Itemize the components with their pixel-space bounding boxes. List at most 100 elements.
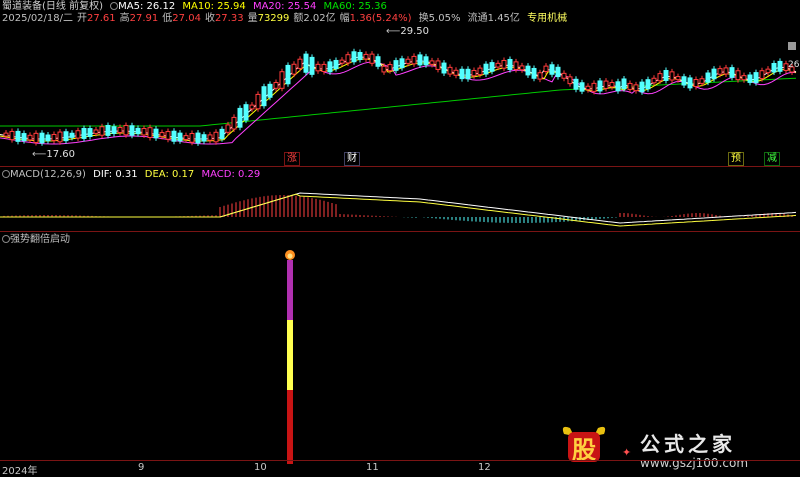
low-value: 27.04 xyxy=(172,13,201,24)
candle xyxy=(147,124,153,141)
low-label: 低 xyxy=(162,13,173,24)
x-label-12: 12 xyxy=(478,462,491,473)
chart-mode: (日线 前复权) xyxy=(42,1,103,12)
macd-chart[interactable] xyxy=(0,181,800,231)
candle xyxy=(651,75,657,86)
candle xyxy=(417,51,423,68)
watermark-logo: 股 xyxy=(560,424,608,464)
event-tag-jian[interactable]: 减 xyxy=(764,152,780,166)
candle xyxy=(315,61,321,74)
candle xyxy=(669,68,675,84)
candle xyxy=(123,122,129,138)
candle xyxy=(393,57,399,74)
candle xyxy=(747,71,753,86)
pane-divider xyxy=(0,166,800,167)
macd-header: MACD(12,26,9) DIF: 0.31 DEA: 0.17 MACD: … xyxy=(2,169,264,181)
candle xyxy=(765,66,771,76)
event-tag-zhang[interactable]: 涨 xyxy=(284,152,300,166)
stock-name: 蜀道装备 xyxy=(2,1,42,12)
float-value: 流通1.45亿 xyxy=(467,13,520,24)
pane-divider-2 xyxy=(0,231,800,232)
candle xyxy=(561,70,567,82)
candle xyxy=(231,114,237,132)
candle xyxy=(135,125,141,137)
candle xyxy=(597,77,603,94)
candle xyxy=(771,60,777,76)
event-tag-cai[interactable]: 财 xyxy=(344,152,360,166)
quote-header: 2025/02/18/二 开27.61 高27.91 低27.04 收27.33 量732… xyxy=(2,13,571,25)
candle xyxy=(375,53,381,70)
signal-bar-yellow xyxy=(287,320,293,390)
candle xyxy=(507,56,513,73)
watermark-sparkle: ✦ xyxy=(622,446,632,459)
candle xyxy=(339,57,345,67)
vol-value: 73299 xyxy=(257,13,290,24)
candle xyxy=(351,48,357,65)
candle xyxy=(369,51,375,67)
candle xyxy=(603,78,609,92)
candle xyxy=(579,79,585,95)
ma-header: 蜀道装备(日线 前复权) MA5: 26.12 MA10: 25.94 MA20… xyxy=(2,1,391,13)
candle xyxy=(153,126,159,141)
candle xyxy=(105,122,111,139)
candle xyxy=(327,58,333,75)
candle xyxy=(213,129,219,145)
candle xyxy=(285,62,291,87)
candle xyxy=(525,63,531,78)
close-label: 收 xyxy=(204,13,215,24)
candle xyxy=(501,57,507,72)
candlestick-chart[interactable] xyxy=(0,26,800,166)
candle xyxy=(627,80,633,93)
candle xyxy=(81,125,87,142)
scroll-marker[interactable] xyxy=(788,42,796,50)
candle xyxy=(303,51,309,76)
candle xyxy=(735,67,741,83)
candle xyxy=(255,91,261,112)
event-tag-yu[interactable]: 预 xyxy=(728,152,744,166)
candle xyxy=(171,128,177,145)
candle xyxy=(555,64,561,80)
quote-date: 2025/02/18/二 xyxy=(2,13,74,24)
candle xyxy=(183,132,189,143)
candle xyxy=(549,61,555,78)
watermark-title: 公式之家 xyxy=(640,432,736,456)
candle xyxy=(279,68,285,92)
candle xyxy=(777,58,783,75)
candle xyxy=(201,131,207,145)
industry-value: 专用机械 xyxy=(527,13,568,24)
candle xyxy=(441,60,447,76)
candle xyxy=(483,61,489,78)
candle xyxy=(3,130,9,140)
vol-label: 量 xyxy=(247,13,258,24)
low-price-mark: ⟵17.60 xyxy=(32,149,75,160)
candle xyxy=(411,53,417,67)
candle xyxy=(459,66,465,82)
macd-value-label: MACD: 0.29 xyxy=(201,169,261,180)
ma5-label: MA5: 26.12 xyxy=(118,1,176,12)
high-price-mark: ⟵29.50 xyxy=(386,26,429,37)
candle xyxy=(723,64,729,78)
candle xyxy=(87,125,93,140)
amt-value: 2.02亿 xyxy=(303,13,336,24)
macd-settings-icon[interactable] xyxy=(2,170,10,178)
candle xyxy=(63,128,69,144)
chg-label: 幅 xyxy=(339,13,350,24)
candle xyxy=(711,66,717,82)
ma60-label: MA60: 25.36 xyxy=(323,1,387,12)
open-value: 27.61 xyxy=(87,13,116,24)
open-label: 开 xyxy=(77,13,88,24)
settings-icon[interactable] xyxy=(110,2,119,10)
candle xyxy=(57,129,63,145)
candle xyxy=(243,101,249,124)
candle xyxy=(237,105,243,131)
candle xyxy=(687,74,693,91)
candle xyxy=(681,73,687,89)
dea-label: DEA: 0.17 xyxy=(144,169,195,180)
candle xyxy=(207,131,213,144)
x-label-10: 10 xyxy=(254,462,267,473)
dif-label: DIF: 0.31 xyxy=(93,169,138,180)
candle xyxy=(345,51,351,66)
candle xyxy=(633,81,639,94)
dea-line xyxy=(0,193,797,227)
candle xyxy=(435,57,441,73)
